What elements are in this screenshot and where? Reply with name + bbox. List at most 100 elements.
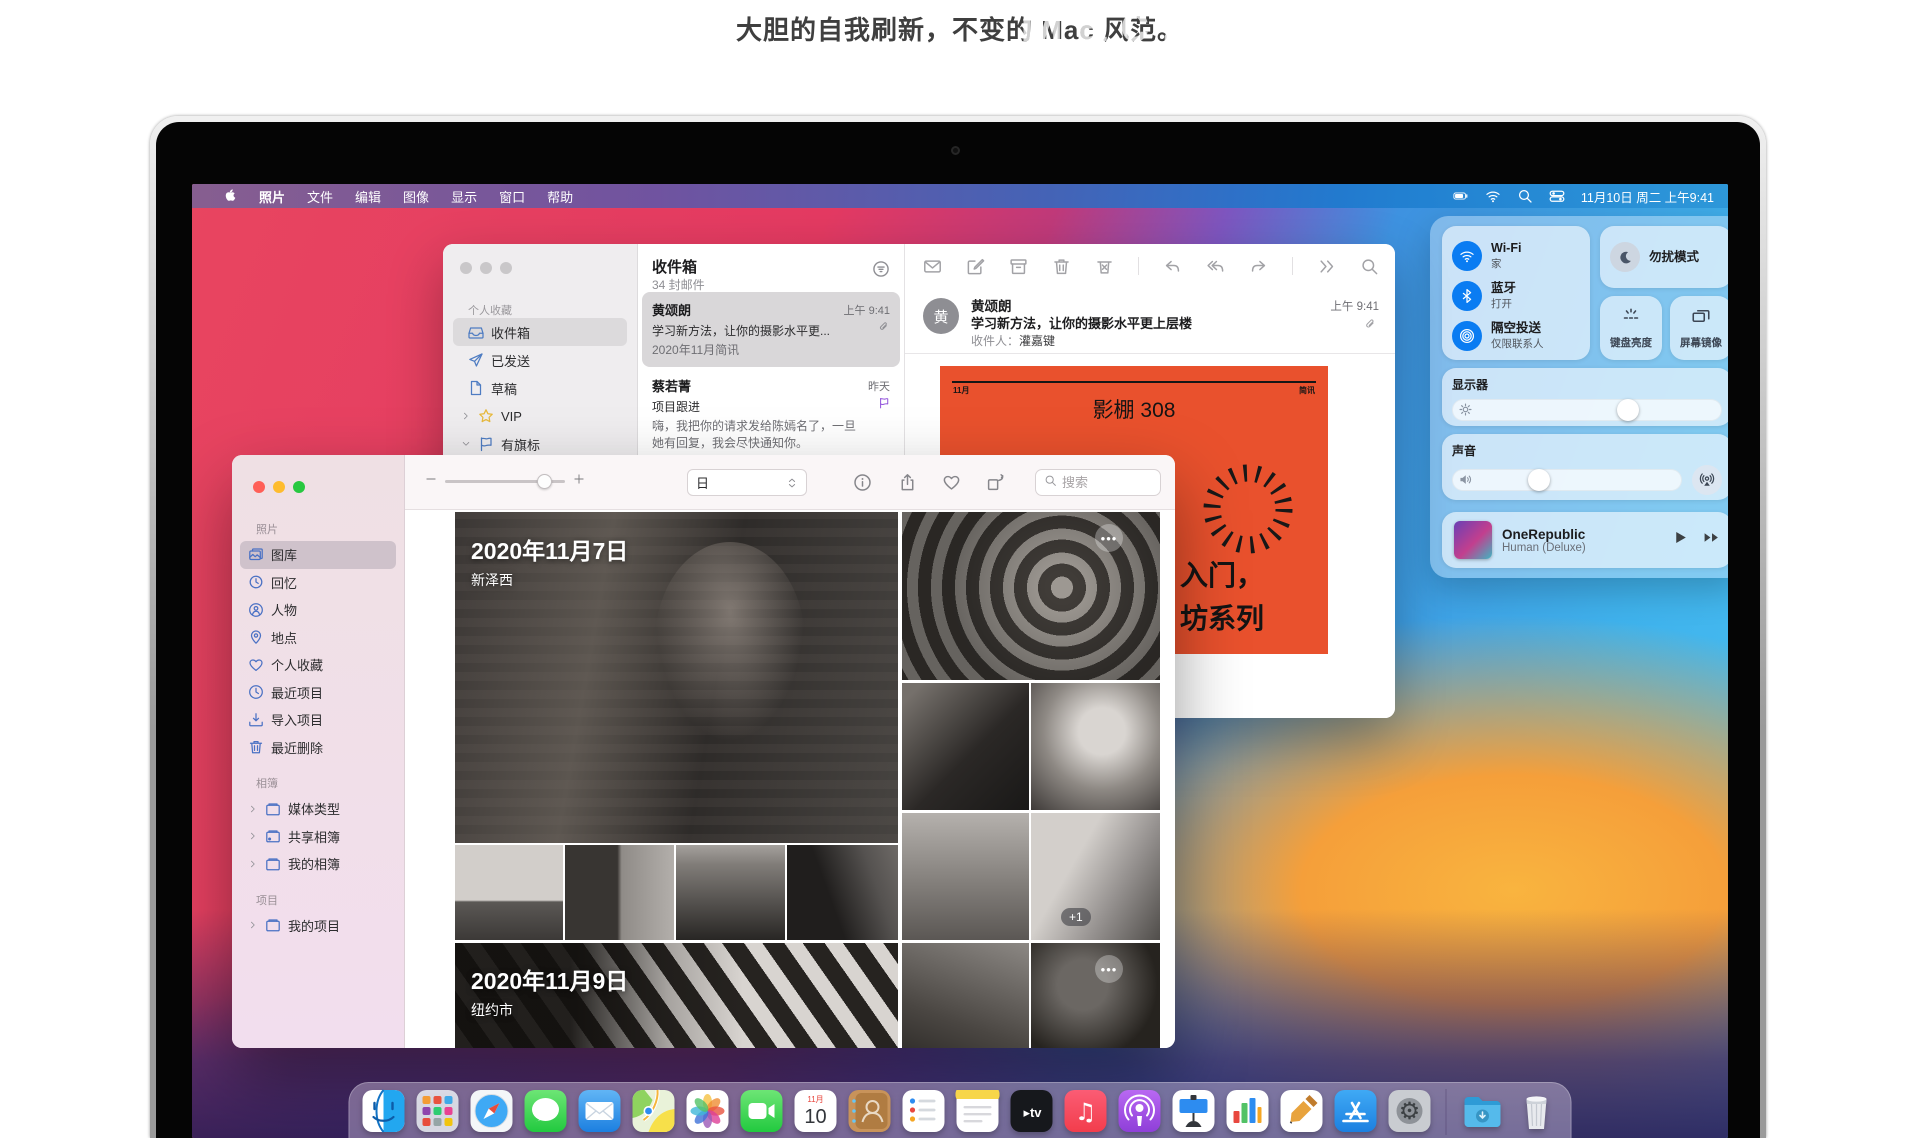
photo-thumbnail[interactable] [455, 845, 563, 940]
dock-keynote-icon[interactable] [1172, 1089, 1216, 1133]
wifi-icon[interactable] [1485, 188, 1501, 204]
dock-music-icon[interactable]: ♫ [1064, 1089, 1108, 1133]
menu-item-显示[interactable]: 显示 [440, 184, 488, 208]
zoom-button[interactable] [293, 481, 305, 493]
dock-tv-icon[interactable]: ▸tv [1010, 1089, 1054, 1133]
junk-icon[interactable] [1095, 257, 1114, 276]
more-toolbar-icon[interactable] [1317, 257, 1336, 276]
control-center-icon[interactable] [1549, 188, 1565, 204]
thumbnail-zoom-control[interactable] [425, 472, 585, 490]
photo-thumbnail[interactable] [902, 943, 1029, 1048]
keyboard-brightness-button[interactable]: 键盘亮度 [1600, 296, 1662, 360]
fast-forward-button[interactable] [1703, 529, 1720, 551]
dock-photos-icon[interactable] [686, 1089, 730, 1133]
dock-finder-icon[interactable] [362, 1089, 406, 1133]
chevron-right-icon[interactable] [248, 831, 258, 841]
photo-thumbnail[interactable] [902, 813, 1029, 940]
photos-sidebar-item-媒体类型[interactable]: 媒体类型 [240, 795, 396, 823]
photos-sidebar-item-我的相簿[interactable]: 我的相簿 [240, 850, 396, 878]
airdrop-toggle[interactable]: 隔空投送仅限联系人 [1452, 316, 1590, 356]
photos-sidebar-item-人物[interactable]: 人物 [240, 596, 396, 624]
photos-sidebar-item-最近项目[interactable]: 最近项目 [240, 679, 396, 707]
menu-item-窗口[interactable]: 窗口 [488, 184, 536, 208]
do-not-disturb-toggle[interactable]: 勿扰模式 [1600, 226, 1728, 288]
photos-sidebar-item-图库[interactable]: 图库 [240, 541, 396, 569]
photo-thumbnail[interactable] [565, 845, 674, 940]
filter-icon[interactable] [872, 260, 890, 283]
search-input[interactable] [1062, 475, 1142, 490]
dock-launchpad-icon[interactable] [416, 1089, 460, 1133]
mail-sidebar-item-已发送[interactable]: 已发送 [453, 346, 627, 374]
mail-search-icon[interactable] [1360, 257, 1379, 276]
compose-icon[interactable] [966, 257, 985, 276]
mail-message-row[interactable]: 黄颂朗上午 9:41学习新方法，让你的摄影水平更...2020年11月简讯 [642, 292, 900, 367]
zoom-in-icon[interactable] [573, 472, 585, 490]
trash-icon[interactable] [1052, 257, 1071, 276]
reply-all-icon[interactable] [1206, 257, 1225, 276]
section-more-button[interactable]: ••• [1095, 524, 1123, 552]
favorite-icon[interactable] [942, 473, 961, 492]
dock-podcasts-icon[interactable] [1118, 1089, 1162, 1133]
dock-safari-icon[interactable] [470, 1089, 514, 1133]
wifi-toggle[interactable]: Wi-Fi家 [1452, 236, 1590, 276]
overflow-badge[interactable]: +1 [1061, 908, 1091, 926]
photo-thumbnail[interactable] [676, 845, 785, 940]
bluetooth-toggle[interactable]: 蓝牙打开 [1452, 276, 1590, 316]
dock-settings-icon[interactable]: ⚙ [1388, 1089, 1432, 1133]
play-button[interactable] [1672, 529, 1689, 551]
photos-sidebar-item-我的项目[interactable]: 我的项目 [240, 912, 396, 940]
dock-calendar-icon[interactable]: 11月10 [794, 1089, 838, 1133]
dock-messages-icon[interactable] [524, 1089, 568, 1133]
zoom-slider-knob[interactable] [537, 474, 552, 489]
dock-facetime-icon[interactable] [740, 1089, 784, 1133]
dock-reminders-icon[interactable] [902, 1089, 946, 1133]
photo-thumbnail[interactable] [787, 845, 898, 940]
photo-thumbnail[interactable] [1031, 813, 1160, 940]
dock-contacts-icon[interactable] [848, 1089, 892, 1133]
new-mailbox-icon[interactable] [923, 257, 942, 276]
photos-sidebar-item-共享相簿[interactable]: 共享相簿 [240, 823, 396, 851]
chevron-right-icon[interactable] [248, 920, 258, 930]
screen-mirroring-button[interactable]: 屏幕镜像 [1670, 296, 1728, 360]
menu-item-图像[interactable]: 图像 [392, 184, 440, 208]
archive-icon[interactable] [1009, 257, 1028, 276]
photos-traffic-lights[interactable] [253, 481, 305, 493]
chevron-down-icon[interactable] [461, 439, 471, 449]
dock-notes-icon[interactable] [956, 1089, 1000, 1133]
mail-sidebar-item-VIP[interactable]: VIP [453, 402, 627, 430]
dock-maps-icon[interactable] [632, 1089, 676, 1133]
brightness-slider[interactable] [1452, 399, 1722, 421]
forward-icon[interactable] [1249, 257, 1268, 276]
photo-thumbnail[interactable] [1031, 683, 1160, 810]
mail-sidebar-item-收件箱[interactable]: 收件箱 [453, 318, 627, 346]
reply-icon[interactable] [1163, 257, 1182, 276]
mail-traffic-lights[interactable] [460, 262, 512, 274]
volume-slider[interactable] [1452, 469, 1682, 491]
close-button[interactable] [253, 481, 265, 493]
zoom-out-icon[interactable] [425, 472, 437, 490]
photo-thumbnail[interactable] [1031, 943, 1160, 1048]
battery-icon[interactable] [1453, 188, 1469, 204]
photos-sidebar-item-导入项目[interactable]: 导入项目 [240, 706, 396, 734]
mail-sidebar-item-有旗标[interactable]: 有旗标 [453, 430, 627, 458]
photo-thumbnail[interactable] [902, 683, 1029, 810]
photos-sidebar-item-最近删除[interactable]: 最近删除 [240, 734, 396, 762]
dock-numbers-icon[interactable] [1226, 1089, 1270, 1133]
section-more-button[interactable]: ••• [1095, 955, 1123, 983]
photos-sidebar-item-回忆[interactable]: 回忆 [240, 569, 396, 597]
apple-menu[interactable] [202, 184, 248, 208]
chevron-right-icon[interactable] [461, 411, 471, 421]
album-art[interactable] [1454, 521, 1492, 559]
chevron-right-icon[interactable] [248, 859, 258, 869]
dock-trash-icon[interactable] [1515, 1089, 1559, 1133]
chevron-right-icon[interactable] [248, 804, 258, 814]
share-icon[interactable] [898, 473, 917, 492]
photos-sidebar-item-地点[interactable]: 地点 [240, 624, 396, 652]
rotate-icon[interactable] [986, 473, 1005, 492]
photos-sidebar-item-个人收藏[interactable]: 个人收藏 [240, 651, 396, 679]
search-icon[interactable] [1517, 188, 1533, 204]
airplay-audio-icon[interactable] [1692, 465, 1722, 495]
menu-clock[interactable]: 11月10日 周二 上午9:41 [1581, 187, 1714, 206]
menu-item-编辑[interactable]: 编辑 [344, 184, 392, 208]
dock-downloads-icon[interactable] [1461, 1089, 1505, 1133]
